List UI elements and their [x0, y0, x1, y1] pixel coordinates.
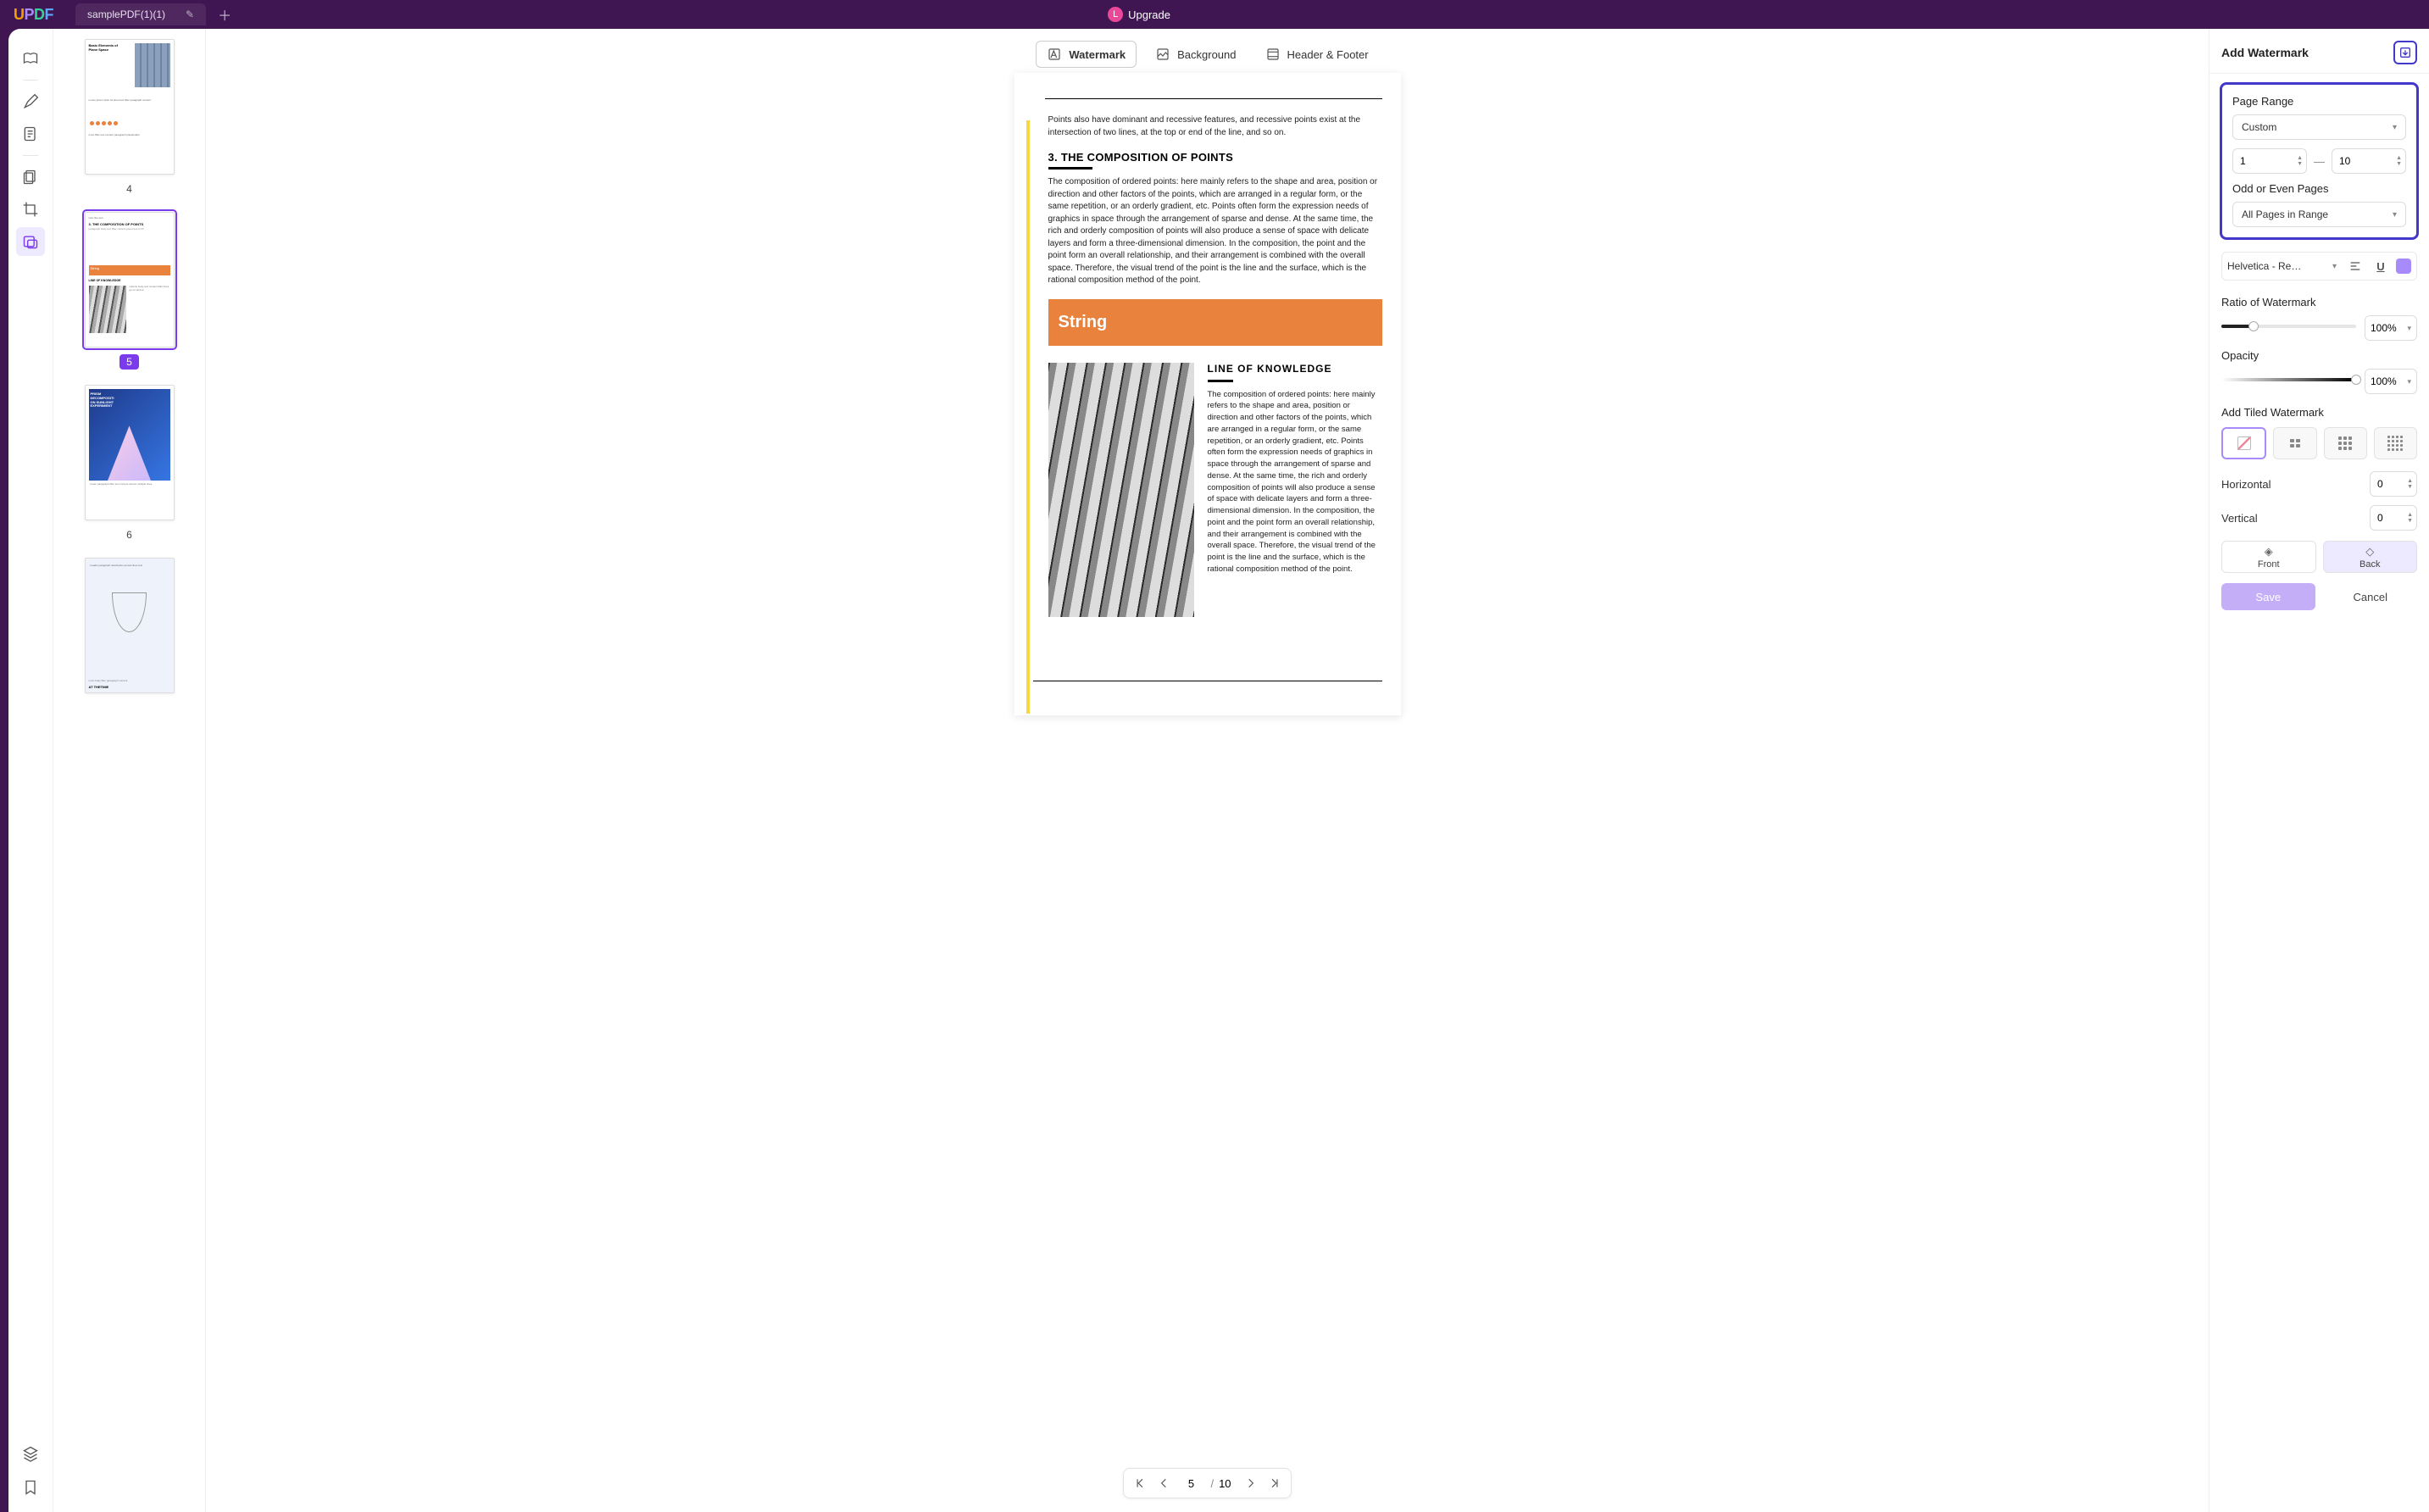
vertical-input[interactable]: 0 ▲▼ [2370, 505, 2417, 531]
current-page-input[interactable] [1176, 1477, 1205, 1490]
range-to-input[interactable]: 10 ▲▼ [2332, 148, 2406, 174]
last-page-button[interactable] [1264, 1471, 1286, 1495]
tile-2x2[interactable] [2273, 427, 2316, 459]
thumbnail-label-6: 6 [120, 527, 139, 542]
total-pages: 10 [1219, 1477, 1237, 1490]
range-from-input[interactable]: 1 ▲▼ [2232, 148, 2307, 174]
page-image [1048, 363, 1194, 617]
front-option[interactable]: ◈ Front [2221, 541, 2316, 573]
avatar: L [1108, 7, 1123, 22]
comment-tool[interactable] [16, 87, 45, 116]
back-option[interactable]: ◇ Back [2323, 541, 2418, 573]
upgrade-button[interactable]: L Upgrade [1108, 7, 1170, 22]
thumbnail-page-4[interactable]: Basic Elements ofPlane Space Lorem ipsum… [85, 39, 175, 175]
color-swatch[interactable] [2396, 258, 2411, 274]
page-column-body: The composition of ordered points: here … [1208, 389, 1382, 575]
rename-icon[interactable]: ✎ [186, 8, 194, 20]
align-button[interactable] [2345, 256, 2365, 276]
stepper-icon[interactable]: ▲▼ [2407, 512, 2413, 524]
document-tab[interactable]: samplePDF(1)(1) ✎ [75, 3, 206, 25]
thumbnail-page-7[interactable]: header paragraph description across line… [85, 558, 175, 693]
new-tab-button[interactable]: ＋ [218, 4, 231, 25]
save-button[interactable]: Save [2221, 583, 2315, 610]
ratio-label: Ratio of Watermark [2221, 296, 2417, 309]
page-heading: 3. THE COMPOSITION OF POINTS [1048, 151, 1382, 164]
apply-icon-button[interactable] [2393, 41, 2417, 64]
app-logo: UPDF [14, 6, 53, 24]
edit-tool[interactable] [16, 120, 45, 148]
header-footer-icon [1265, 47, 1281, 62]
stepper-icon[interactable]: ▲▼ [2297, 155, 2303, 167]
page-range-select[interactable]: Custom [2232, 114, 2406, 140]
vertical-label: Vertical [2221, 512, 2258, 525]
tile-none[interactable] [2221, 427, 2266, 459]
crop-tool[interactable] [16, 195, 45, 224]
panel-title: Add Watermark [2221, 46, 2309, 59]
opacity-slider[interactable] [2221, 378, 2356, 381]
tab-watermark[interactable]: Watermark [1036, 41, 1137, 68]
page-navigator: / 10 [1123, 1468, 1291, 1498]
stepper-icon[interactable]: ▲▼ [2396, 155, 2402, 167]
thumbnail-panel[interactable]: Basic Elements ofPlane Space Lorem ipsum… [53, 29, 206, 1512]
opacity-label: Opacity [2221, 349, 2417, 362]
layers-button[interactable] [16, 1439, 45, 1468]
page-range-label: Page Range [2232, 95, 2406, 108]
page-banner: String [1048, 299, 1382, 346]
odd-even-label: Odd or Even Pages [2232, 182, 2406, 195]
prev-page-button[interactable] [1153, 1471, 1175, 1495]
opacity-value[interactable]: 100% [2365, 369, 2417, 394]
thumbnail-page-6[interactable]: PRISMDECOMPOSITION SUNLIGHTEXPERIMENT fo… [85, 385, 175, 520]
front-icon: ◈ [2265, 545, 2273, 559]
page-body: The composition of ordered points: here … [1048, 176, 1382, 287]
underline-button[interactable]: U [2371, 256, 2391, 276]
cancel-button[interactable]: Cancel [2324, 583, 2418, 610]
page-range-section: Page Range Custom 1 ▲▼ — 10 ▲▼ Odd or Ev… [2220, 82, 2419, 240]
back-icon: ◇ [2365, 545, 2374, 559]
reader-tool[interactable] [16, 44, 45, 73]
page-subheading: LINE OF KNOWLEDGE [1208, 363, 1382, 375]
watermark-tool[interactable] [16, 227, 45, 256]
odd-even-select[interactable]: All Pages in Range [2232, 202, 2406, 227]
stepper-icon[interactable]: ▲▼ [2407, 478, 2413, 490]
organize-tool[interactable] [16, 163, 45, 192]
tab-title: samplePDF(1)(1) [87, 8, 165, 20]
thumbnail-page-5[interactable]: intro line text 3. THE COMPOSITION OF PO… [85, 212, 175, 347]
tile-4x4[interactable] [2374, 427, 2417, 459]
tiled-label: Add Tiled Watermark [2221, 406, 2417, 419]
tab-background[interactable]: Background [1145, 42, 1246, 67]
page-preview: Points also have dominant and recessive … [1014, 73, 1401, 715]
page-separator: / [1207, 1477, 1217, 1490]
thumbnail-label-4: 4 [120, 181, 139, 197]
next-page-button[interactable] [1240, 1471, 1262, 1495]
horizontal-label: Horizontal [2221, 478, 2271, 491]
ratio-value[interactable]: 100% [2365, 315, 2417, 341]
first-page-button[interactable] [1129, 1471, 1151, 1495]
font-select[interactable]: Helvetica - Re… [2227, 260, 2340, 272]
bookmark-button[interactable] [16, 1473, 45, 1502]
thumbnail-label-5: 5 [120, 354, 139, 370]
watermark-icon [1047, 47, 1062, 62]
tile-3x3[interactable] [2324, 427, 2367, 459]
page-intro: Points also have dominant and recessive … [1048, 114, 1382, 139]
ratio-slider[interactable] [2221, 325, 2356, 328]
background-icon [1155, 47, 1170, 62]
tab-header-footer[interactable]: Header & Footer [1255, 42, 1379, 67]
horizontal-input[interactable]: 0 ▲▼ [2370, 471, 2417, 497]
